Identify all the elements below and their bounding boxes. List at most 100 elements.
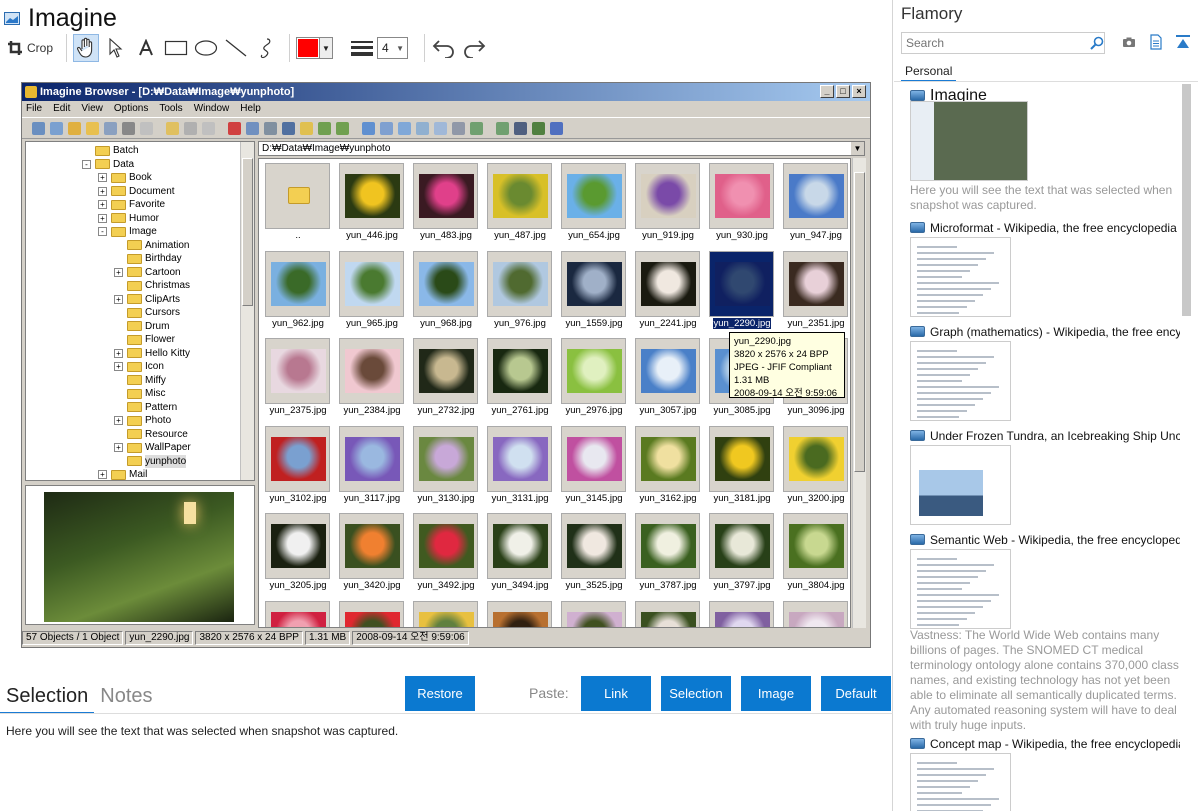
thumbnail-frame: [265, 513, 330, 579]
thumbnail-item: yun_483.jpg: [413, 163, 483, 245]
line-width-select[interactable]: 4 ▼: [377, 37, 409, 59]
thumbnail-caption: yun_2290.jpg: [707, 317, 777, 329]
tab-selection[interactable]: Selection: [0, 680, 95, 714]
crop-button[interactable]: Crop: [4, 34, 56, 62]
page-favicon-icon: [910, 430, 925, 441]
thumbnail-caption: yun_446.jpg: [337, 230, 407, 241]
thumbnail-caption: yun_2732.jpg: [411, 405, 481, 416]
chevron-down-icon: ▼: [396, 43, 405, 53]
thumbnail-frame: [635, 425, 700, 492]
thumbnail-caption: yun_3181.jpg: [707, 493, 777, 504]
thumbnail-photo: [715, 524, 770, 568]
expand-icon: +: [114, 348, 123, 358]
text-line: [917, 246, 957, 248]
snapshot-entry-title[interactable]: Concept map - Wikipedia, the free encycl…: [910, 737, 1180, 751]
document-icon[interactable]: [1149, 34, 1163, 50]
file-name: yun_3162.jpg: [639, 492, 697, 504]
color-picker[interactable]: ▼: [296, 37, 334, 59]
search-icon[interactable]: [1090, 36, 1104, 50]
collapse-top-icon[interactable]: [1175, 34, 1191, 50]
menu-item-view: View: [81, 103, 103, 114]
paste-link-button[interactable]: Link: [581, 676, 651, 711]
thumbnail-item: [339, 600, 409, 627]
thumbnail-item: ..: [265, 163, 335, 245]
redo-button[interactable]: [461, 34, 487, 62]
pan-tool-button[interactable]: [73, 34, 100, 62]
snapshot-entry-title[interactable]: Graph (mathematics) - Wikipedia, the fre…: [910, 325, 1180, 339]
paste-selection-button[interactable]: Selection: [661, 676, 731, 711]
title-row: Imagine: [4, 3, 117, 33]
snapshot-app-icon: [4, 11, 20, 25]
crop-label: Crop: [27, 41, 54, 55]
tree-item-label: Batch: [113, 145, 139, 156]
menu-item-options: Options: [113, 103, 149, 114]
text-line: [917, 780, 978, 782]
thumbnail-item: yun_3525.jpg: [561, 513, 631, 595]
snapshot-thumbnail[interactable]: [910, 101, 1028, 181]
thumbnail-frame: [265, 600, 330, 627]
tree-item-label: Misc: [145, 388, 166, 399]
snapshot-entry-title[interactable]: Microformat - Wikipedia, the free encycl…: [910, 221, 1180, 235]
select-tool-button[interactable]: [103, 34, 129, 62]
camera-icon[interactable]: [1122, 35, 1136, 49]
tree-item: Pattern: [114, 401, 177, 415]
snapshot-thumbnail[interactable]: [910, 341, 1011, 421]
rectangle-tool-button[interactable]: [163, 34, 189, 62]
sidebar-scrollbar[interactable]: [1182, 84, 1191, 316]
folder-icon: [127, 294, 142, 305]
paste-image-button[interactable]: Image: [741, 676, 811, 711]
status-field: 3820 x 2576 x 24 BPP: [195, 631, 303, 645]
text-line: [917, 558, 957, 560]
file-tooltip: yun_2290.jpg 3820 x 2576 x 24 BPP JPEG - J…: [729, 332, 845, 399]
folder-icon: [288, 187, 310, 204]
thumbnail-caption: yun_976.jpg: [485, 318, 555, 329]
expand-icon: +: [98, 200, 107, 210]
thumbnail-frame: [413, 600, 478, 627]
thumbnail-photo: [493, 524, 548, 568]
snapshot-image[interactable]: Imagine Browser - [D:₩Data₩Image₩yunphot…: [21, 82, 871, 648]
file-name: yun_919.jpg: [642, 230, 694, 241]
tree-item: + Favorite: [98, 198, 165, 212]
thumbnail-frame: [339, 338, 404, 404]
scrollbar-thumb: [854, 172, 865, 472]
snapshot-thumbnail[interactable]: [910, 753, 1011, 811]
undo-button[interactable]: [431, 34, 457, 62]
toolbar-glyph-icon: [300, 121, 313, 135]
text-line: [917, 570, 986, 572]
line-tool-button[interactable]: [223, 34, 249, 62]
search-input[interactable]: [901, 32, 1105, 54]
ellipse-tool-button[interactable]: [193, 34, 219, 62]
file-name: yun_2290.jpg: [713, 317, 771, 329]
text-tool-button[interactable]: [133, 34, 159, 62]
text-line: [917, 362, 986, 364]
toolbar-glyph-icon: [452, 121, 465, 135]
snapshot-entry-title[interactable]: Under Frozen Tundra, an Icebreaking Ship…: [910, 429, 1180, 443]
restore-button[interactable]: Restore: [405, 676, 475, 711]
toolbar-glyph-icon: [550, 121, 563, 135]
thumbnail-item: [487, 600, 557, 627]
thumbnail-item: yun_1559.jpg: [561, 250, 631, 333]
snapshot-thumbnail[interactable]: [910, 445, 1011, 525]
snapshot-entry-title[interactable]: Semantic Web - Wikipedia, the free encyc…: [910, 533, 1180, 547]
detail-tabs: Selection Notes: [0, 680, 159, 714]
paste-default-button[interactable]: Default: [821, 676, 891, 711]
tab-personal[interactable]: Personal: [901, 60, 957, 82]
tree-item-label: Image: [129, 226, 157, 237]
thumbnail-photo: [345, 611, 400, 627]
file-name: yun_3117.jpg: [343, 492, 401, 504]
thumbnail-frame: [709, 513, 774, 579]
snapshot-thumbnail[interactable]: [910, 237, 1011, 317]
snapshot-thumbnail[interactable]: [910, 549, 1011, 629]
text-line: [917, 380, 962, 382]
color-swatch: [298, 39, 319, 57]
thumbnail-photo: [271, 349, 326, 393]
tab-notes[interactable]: Notes: [94, 680, 158, 714]
thumbnail-item: yun_2976.jpg: [561, 338, 631, 420]
thumbnail-item: yun_2761.jpg: [487, 338, 557, 420]
freehand-tool-button[interactable]: [253, 34, 279, 62]
toolbar-separator: [289, 34, 291, 62]
page-favicon-icon: [910, 738, 925, 749]
text-line: [917, 594, 999, 596]
thumbnail-photo: [715, 261, 770, 306]
file-name: yun_487.jpg: [494, 230, 546, 241]
